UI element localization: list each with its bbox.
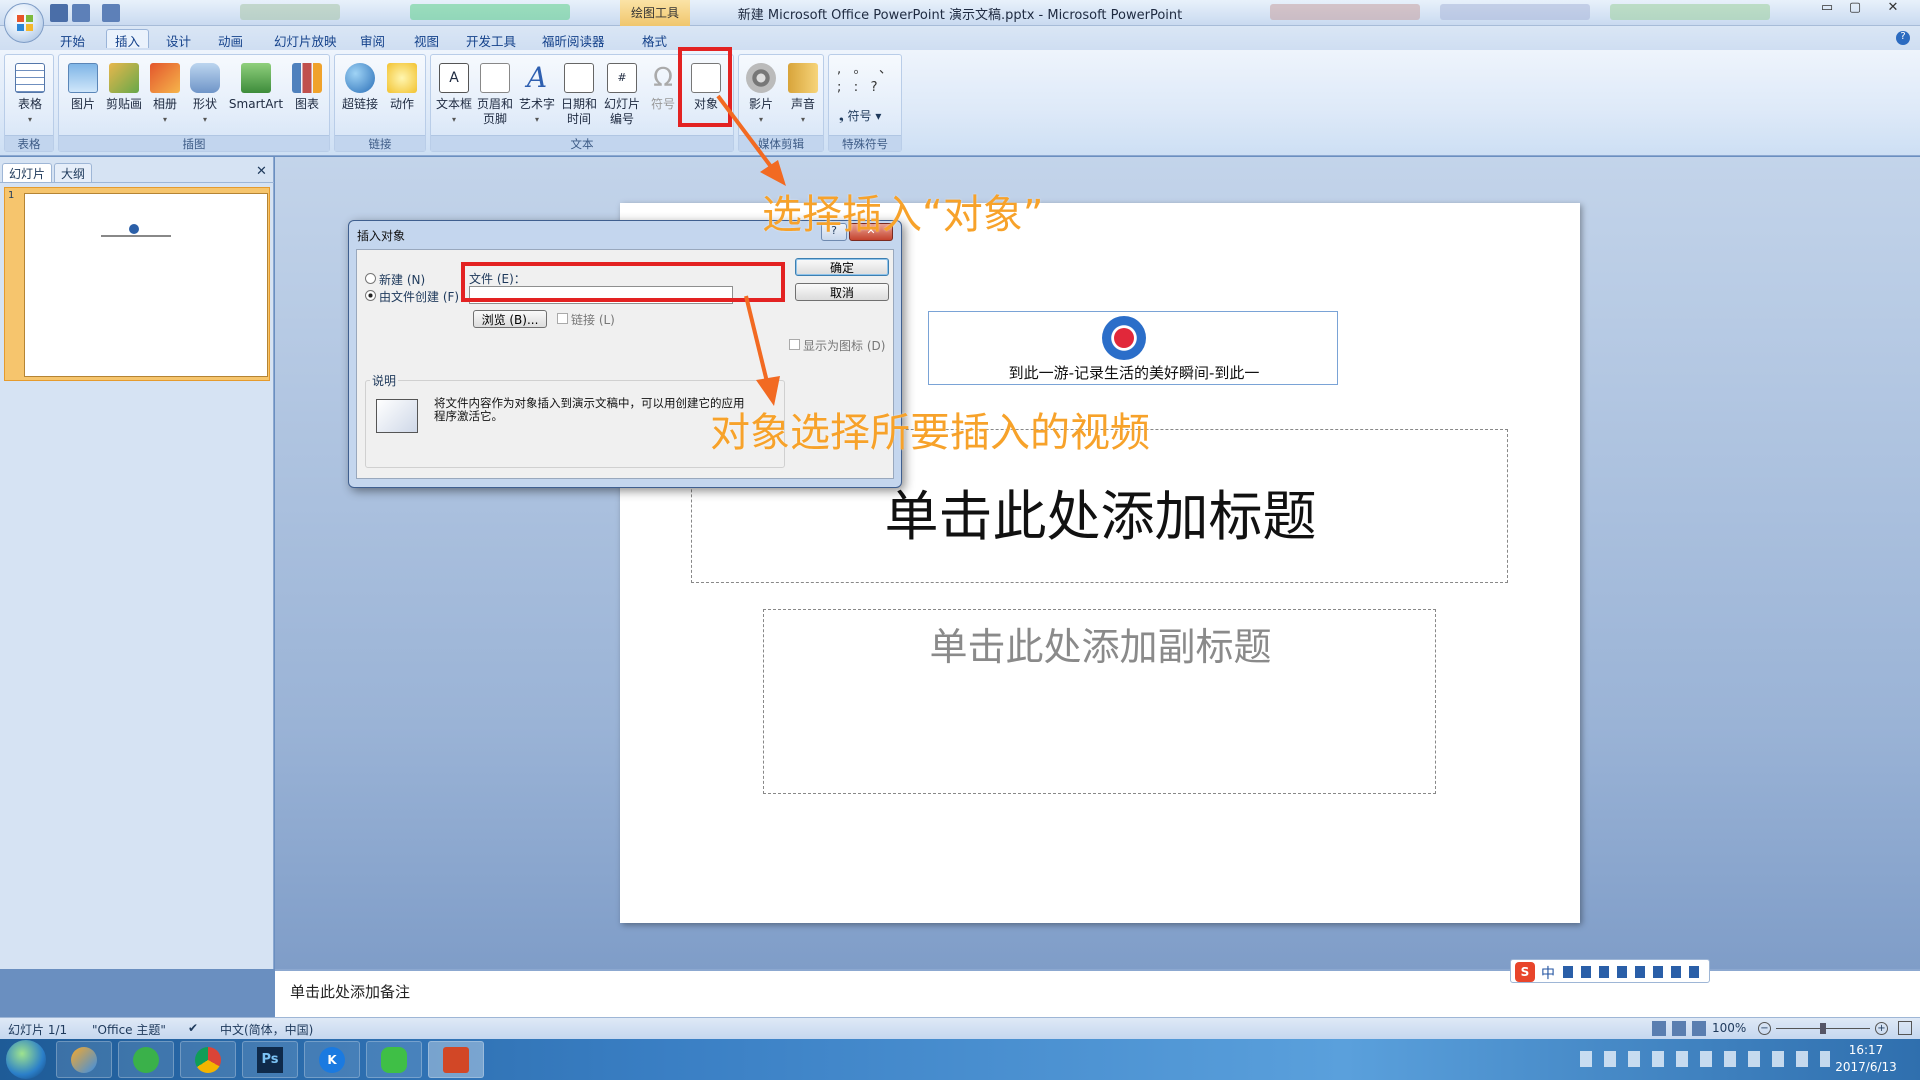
annotation-step1: 选择插入“对象” [762, 192, 1044, 238]
office-button[interactable] [4, 3, 44, 43]
arrow-2-line [744, 295, 770, 387]
arrow-1-line [716, 94, 774, 170]
annotation-step2: 对象选择所要插入的视频 [710, 410, 1150, 456]
office-logo-icon [17, 15, 33, 31]
annotation-arrows [716, 94, 786, 406]
